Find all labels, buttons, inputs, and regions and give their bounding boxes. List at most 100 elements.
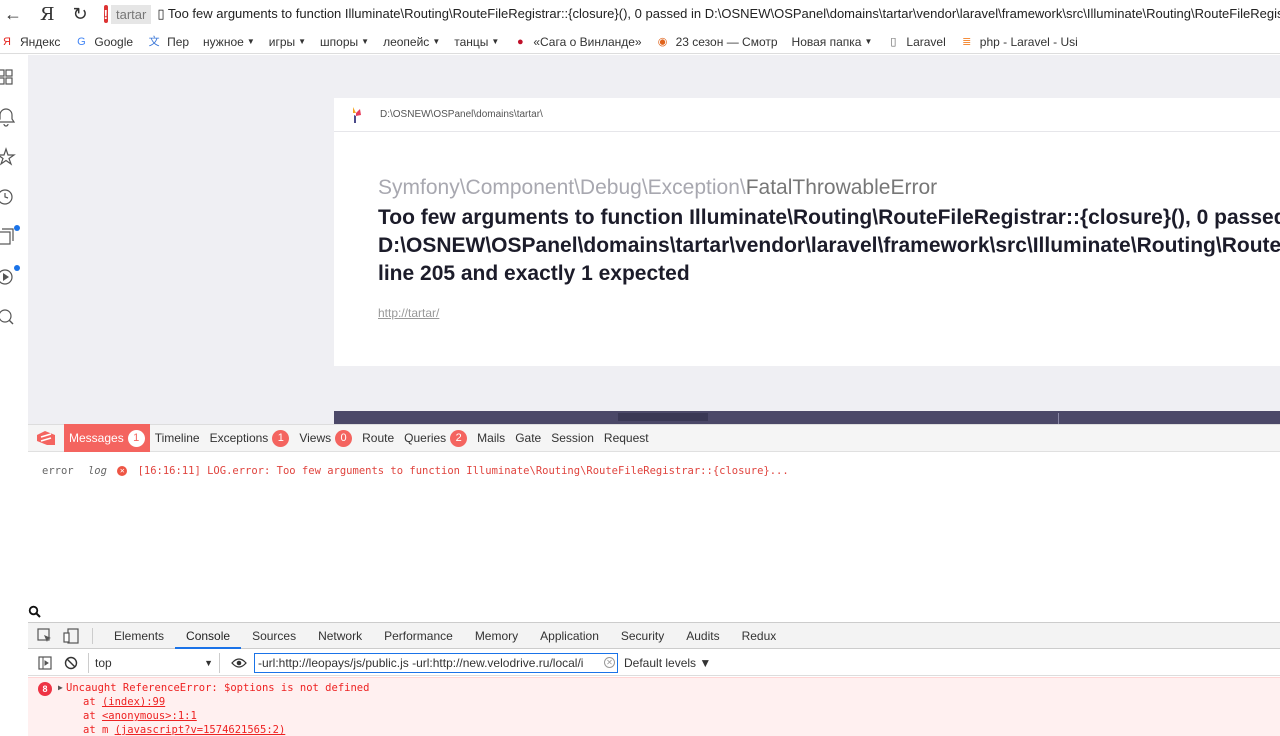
error-count-badge: 8: [38, 682, 52, 696]
bookmark-item[interactable]: леопейс ▼: [383, 35, 440, 49]
debugbar-tab-request[interactable]: Request: [599, 424, 654, 452]
bookmark-label: нужное: [203, 34, 244, 49]
debugbar-logo-icon[interactable]: [28, 424, 64, 452]
message-line: D:\OSNEW\OSPanel\domains\tartar\vendor\l…: [378, 234, 1280, 257]
context-select[interactable]: top ▼: [88, 652, 220, 673]
tab-application[interactable]: Application: [529, 623, 610, 649]
bookmark-item[interactable]: 文 Пер: [147, 35, 189, 49]
tab-label: Gate: [515, 431, 542, 445]
bookmark-item[interactable]: ≣ php - Laravel - Usi: [960, 35, 1078, 49]
warning-icon[interactable]: !: [103, 5, 108, 23]
tab-elements[interactable]: Elements: [103, 623, 175, 649]
exception-class: Symfony\Component\Debug\Exception\FatalT…: [378, 176, 937, 200]
chevron-down-icon: ▼: [864, 37, 873, 46]
log-message-row[interactable]: error log ✕ [16:16:11] LOG.error: Too fe…: [42, 465, 789, 477]
chevron-down-icon: ▼: [432, 37, 441, 46]
bookmark-item[interactable]: ● «Сага о Винланде»: [513, 35, 642, 49]
stack-link[interactable]: <anonymous>:1:1: [102, 710, 197, 722]
inspect-element-icon[interactable]: [36, 627, 54, 645]
tab-security[interactable]: Security: [610, 623, 675, 649]
eye-icon[interactable]: [230, 654, 248, 672]
yandex-home-button[interactable]: Я: [40, 3, 55, 25]
exception-class-name: FatalThrowableError: [745, 176, 938, 199]
bookmark-item[interactable]: Новая папка ▼: [792, 35, 873, 49]
bookmark-label: Новая папка: [791, 34, 862, 49]
expand-triangle-icon[interactable]: ▶: [58, 683, 63, 692]
bookmark-label: танцы: [454, 34, 489, 49]
bookmark-label: 23 сезон — Смотр: [675, 34, 778, 49]
bookmark-item[interactable]: нужное ▼: [203, 35, 255, 49]
host-chip[interactable]: tartar: [110, 4, 152, 24]
tab-memory[interactable]: Memory: [464, 623, 529, 649]
debugbar-tab-gate[interactable]: Gate: [510, 424, 546, 452]
count-badge: 0: [335, 429, 353, 447]
console-toolbar: top ▼ -url:http://leopays/js/public.js -u…: [28, 650, 1280, 676]
tab-console[interactable]: Console: [175, 623, 242, 649]
tab-sources[interactable]: Sources: [241, 623, 307, 649]
error-message[interactable]: Uncaught ReferenceError: $options is not…: [66, 682, 369, 694]
translate-icon: 文: [148, 35, 160, 48]
tab-audits[interactable]: Audits: [675, 623, 730, 649]
bookmark-item[interactable]: ▯ Laravel: [886, 35, 945, 49]
divider: [92, 627, 93, 644]
stack-link[interactable]: (index):99: [102, 696, 165, 708]
site-icon: ◉: [657, 35, 668, 48]
bookmark-label: леопейс: [383, 34, 430, 49]
debugbar-messages-panel: error log ✕ [16:16:11] LOG.error: Too fe…: [28, 453, 1280, 603]
search-doc-icon[interactable]: [0, 307, 20, 327]
bookmark-item[interactable]: Я Яндекс: [0, 35, 60, 49]
clear-console-icon[interactable]: [62, 654, 80, 672]
debugbar-search-row: [28, 603, 1280, 621]
tab-performance[interactable]: Performance: [373, 623, 464, 649]
bookmark-item[interactable]: ◉ 23 сезон — Смотр: [656, 35, 778, 49]
bell-icon[interactable]: [0, 107, 20, 127]
message-line: line 205 and exactly 1 expected: [378, 262, 690, 285]
bookmark-item[interactable]: игры ▼: [269, 35, 306, 49]
bookmark-item[interactable]: танцы ▼: [454, 35, 499, 49]
exception-namespace: Symfony\Component\Debug\Exception\: [378, 176, 746, 199]
stack-line: at (index):99: [83, 696, 165, 708]
tab-label: Queries: [404, 431, 447, 445]
bookmark-label: Яндекс: [20, 34, 61, 49]
debugbar-tab-views[interactable]: Views 0: [294, 424, 357, 452]
debugbar-tab-session[interactable]: Session: [546, 424, 599, 452]
star-icon[interactable]: [0, 147, 20, 167]
chevron-down-icon: ▼: [204, 657, 213, 668]
page-icon: ▯: [890, 35, 897, 48]
tab-label: Route: [362, 431, 395, 445]
tab-network[interactable]: Network: [307, 623, 373, 649]
debugbar-tab-timeline[interactable]: Timeline: [150, 424, 205, 452]
devtools-tabs: Elements Console Sources Network Performance…: [103, 623, 787, 649]
log-levels-dropdown[interactable]: Default levels ▼: [624, 656, 711, 670]
search-icon[interactable]: [28, 605, 42, 619]
console-filter-input[interactable]: -url:http://leopays/js/public.js -url:ht…: [254, 652, 618, 673]
device-toggle-icon[interactable]: [62, 627, 80, 645]
stack-prefix: at: [83, 710, 102, 722]
history-icon[interactable]: [0, 187, 20, 207]
debugbar-tab-route[interactable]: Route: [357, 424, 399, 452]
stack-prefix: at m: [83, 724, 115, 736]
stack-link[interactable]: (javascript?v=1574621565:2): [115, 724, 286, 736]
debugbar-tab-queries[interactable]: Queries 2: [399, 424, 472, 452]
debugbar-tab-mails[interactable]: Mails: [472, 424, 510, 452]
debugbar-tab-messages[interactable]: Messages 1: [64, 424, 150, 452]
bookmark-item[interactable]: шпоры ▼: [320, 35, 369, 49]
debugbar-tab-exceptions[interactable]: Exceptions 1: [205, 424, 295, 452]
shield-icon: ●: [517, 35, 524, 48]
exception-message: Too few arguments to function Illuminate…: [378, 204, 1280, 288]
stack-line: at <anonymous>:1:1: [83, 710, 197, 722]
tab-label: Request: [603, 431, 649, 445]
request-url-link[interactable]: http://tartar/: [378, 306, 439, 320]
bookmark-item[interactable]: G Google: [74, 35, 133, 49]
tab-redux[interactable]: Redux: [731, 623, 788, 649]
reload-button[interactable]: ↻: [73, 3, 88, 25]
apps-grid-icon[interactable]: [0, 67, 20, 87]
sidebar-toggle-icon[interactable]: [36, 654, 54, 672]
bookmark-label: php - Laravel - Usi: [979, 34, 1078, 49]
clear-filter-icon[interactable]: ✕: [604, 656, 615, 668]
stack-line: at m (javascript?v=1574621565:2): [83, 724, 285, 736]
stack-frames-tab[interactable]: [618, 413, 708, 421]
back-button[interactable]: ←: [4, 3, 22, 25]
devtools-tabbar: Elements Console Sources Network Performance…: [28, 622, 1280, 649]
page-title[interactable]: ▯ Too few arguments to function Illumina…: [157, 6, 1280, 22]
